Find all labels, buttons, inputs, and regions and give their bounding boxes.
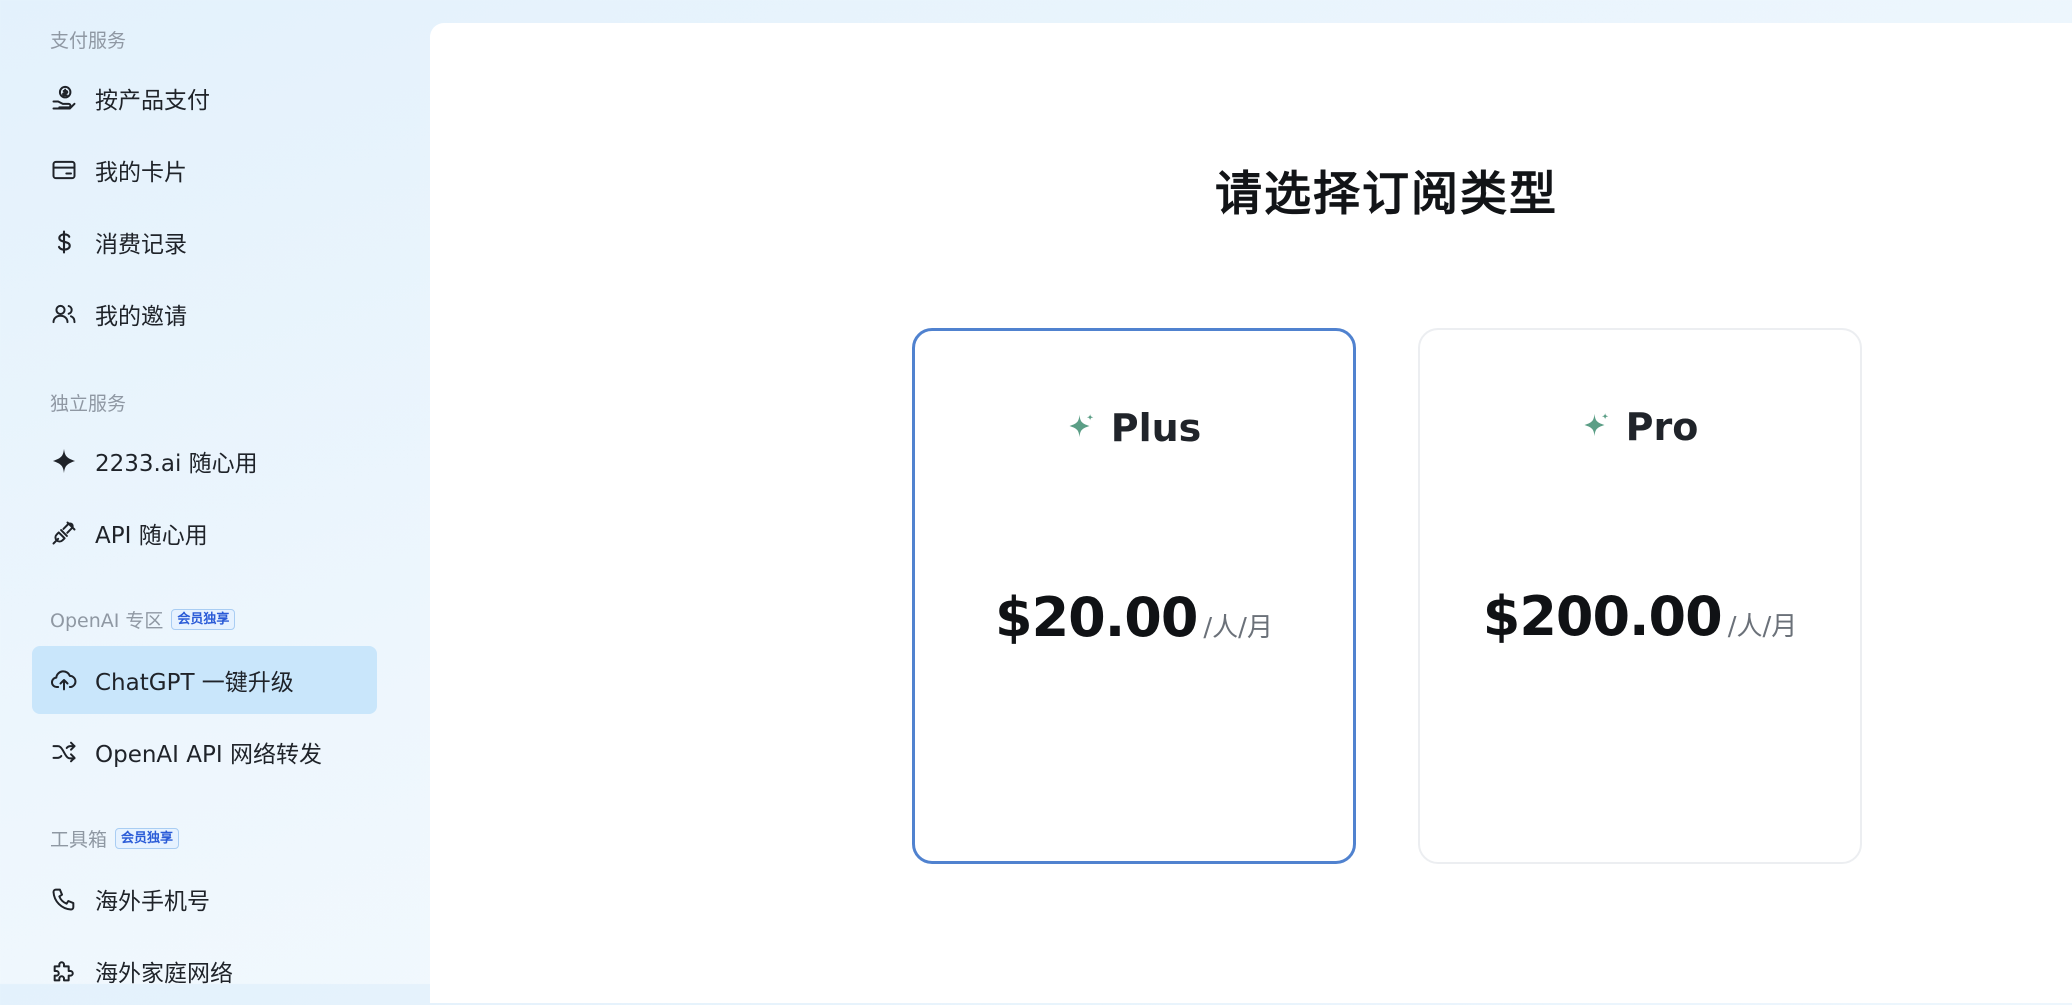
members-only-badge: 会员独享 bbox=[171, 609, 236, 630]
sidebar-item-overseas-phone[interactable]: 海外手机号 bbox=[32, 865, 377, 933]
sidebar-item-label: 消费记录 bbox=[95, 232, 187, 258]
sidebar-item-spending-records[interactable]: 消费记录 bbox=[32, 208, 377, 276]
sidebar-item-2233ai[interactable]: 2233.ai 随心用 bbox=[32, 427, 377, 495]
section-label-text: 独立服务 bbox=[50, 393, 127, 415]
section-label-openai: OpenAI 专区 会员独享 bbox=[50, 606, 236, 633]
plan-card-plus[interactable]: Plus $20.00 /人/月 bbox=[912, 328, 1356, 864]
sidebar-item-openai-api-forward[interactable]: OpenAI API 网络转发 bbox=[32, 718, 377, 786]
plug-icon bbox=[50, 519, 78, 547]
sidebar-item-label: 2233.ai 随心用 bbox=[95, 451, 258, 477]
sidebar: 支付服务 按产品支付 我的卡片 消费记录 我的邀请 独立服务 2233.ai 随… bbox=[0, 0, 430, 987]
plan-price: $200.00 /人/月 bbox=[1420, 585, 1860, 648]
sidebar-item-my-cards[interactable]: 我的卡片 bbox=[32, 136, 377, 204]
price-amount: $200.00 bbox=[1482, 585, 1723, 648]
section-label-text: OpenAI 专区 bbox=[50, 610, 164, 632]
sparkle-icon bbox=[1582, 405, 1612, 449]
sidebar-item-label: 海外家庭网络 bbox=[95, 961, 233, 987]
main-content: 请选择订阅类型 Plus $20.00 /人/月 Pro $200.00 /人/… bbox=[430, 23, 2072, 1003]
phone-icon bbox=[50, 885, 78, 913]
puzzle-icon bbox=[50, 957, 78, 985]
users-icon bbox=[50, 300, 78, 328]
section-label-toolbox: 工具箱 会员独享 bbox=[50, 825, 180, 852]
dollar-icon bbox=[50, 228, 78, 256]
sidebar-item-overseas-home-network[interactable]: 海外家庭网络 bbox=[32, 937, 377, 1005]
sidebar-item-label: 我的邀请 bbox=[95, 304, 187, 330]
plan-price: $20.00 /人/月 bbox=[915, 586, 1353, 649]
sidebar-item-my-invites[interactable]: 我的邀请 bbox=[32, 280, 377, 348]
price-amount: $20.00 bbox=[995, 586, 1198, 649]
sidebar-item-pay-by-product[interactable]: 按产品支付 bbox=[32, 64, 377, 132]
cloud-upload-icon bbox=[50, 666, 78, 694]
sidebar-item-api[interactable]: API 随心用 bbox=[32, 499, 377, 567]
hand-coin-icon bbox=[50, 84, 78, 112]
shuffle-icon bbox=[50, 738, 78, 766]
plan-card-pro[interactable]: Pro $200.00 /人/月 bbox=[1418, 328, 1862, 864]
price-unit: /人/月 bbox=[1203, 613, 1273, 643]
section-label-text: 工具箱 bbox=[50, 829, 108, 851]
sidebar-item-chatgpt-upgrade[interactable]: ChatGPT 一键升级 bbox=[32, 646, 377, 714]
sparkle-icon bbox=[1067, 406, 1097, 450]
section-label-text: 支付服务 bbox=[50, 30, 127, 52]
plan-name: Plus bbox=[1110, 406, 1202, 450]
section-label-payment: 支付服务 bbox=[50, 26, 126, 53]
sidebar-item-label: 我的卡片 bbox=[95, 160, 187, 186]
sparkle-icon bbox=[50, 447, 78, 475]
sidebar-item-label: ChatGPT 一键升级 bbox=[95, 670, 294, 696]
sidebar-item-label: 海外手机号 bbox=[95, 889, 210, 915]
members-only-badge: 会员独享 bbox=[115, 828, 180, 849]
card-icon bbox=[50, 156, 78, 184]
plan-header: Plus bbox=[915, 406, 1353, 450]
sidebar-item-label: 按产品支付 bbox=[95, 88, 210, 114]
plan-name: Pro bbox=[1625, 405, 1699, 449]
sidebar-item-label: OpenAI API 网络转发 bbox=[95, 742, 322, 768]
price-unit: /人/月 bbox=[1727, 612, 1798, 642]
plan-header: Pro bbox=[1420, 405, 1860, 449]
page-title: 请选择订阅类型 bbox=[1215, 167, 1558, 222]
section-label-standalone: 独立服务 bbox=[50, 389, 126, 416]
sidebar-item-label: API 随心用 bbox=[95, 523, 208, 549]
